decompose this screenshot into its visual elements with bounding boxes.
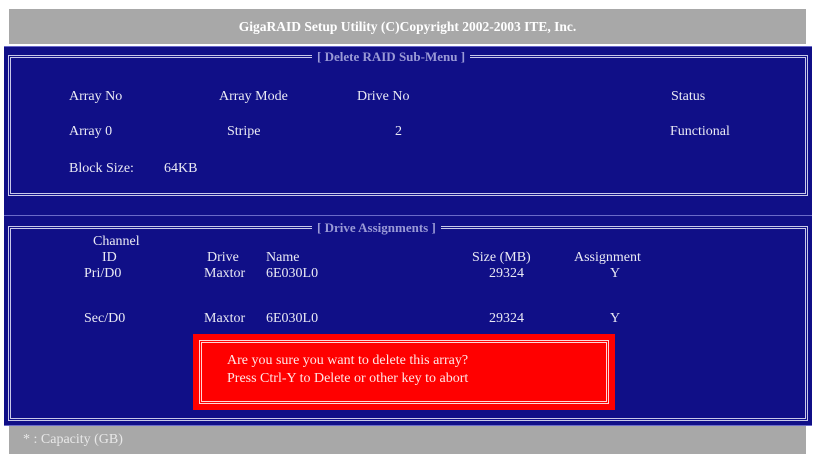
header-channel: Channel <box>93 234 140 249</box>
app-title: GigaRAID Setup Utility (C)Copyright 2002… <box>238 19 577 34</box>
footer-note: * : Capacity (GB) <box>23 432 123 447</box>
size-value: 29324 <box>489 266 524 281</box>
delete-raid-heading: [ Delete RAID Sub-Menu ] <box>312 49 471 65</box>
array-mode-value: Stripe <box>227 124 261 139</box>
block-size-value: 64KB <box>164 161 198 176</box>
status-value: Functional <box>670 124 730 139</box>
name-value: 6E030L0 <box>266 266 319 281</box>
block-size-label: Block Size: <box>69 161 134 176</box>
header-drive-no: Drive No <box>357 89 410 104</box>
header-assignment: Assignment <box>574 250 641 265</box>
drive-assignments-heading: [ Drive Assignments ] <box>312 220 441 236</box>
drive-value: Maxtor <box>204 311 246 326</box>
confirm-delete-dialog[interactable]: Are you sure you want to delete this arr… <box>193 334 615 410</box>
confirm-instructions: Press Ctrl-Y to Delete or other key to a… <box>227 371 469 386</box>
footer-bar: * : Capacity (GB) <box>9 426 806 454</box>
name-value: 6E030L0 <box>266 311 319 326</box>
drive-value: Maxtor <box>204 266 246 281</box>
header-name: Name <box>266 250 300 265</box>
header-size: Size (MB) <box>472 250 531 265</box>
drive-no-value: 2 <box>395 124 402 139</box>
channel-id-value: Pri/D0 <box>84 266 122 281</box>
delete-raid-panel: [ Delete RAID Sub-Menu ] Array No Array … <box>4 46 812 203</box>
confirm-message: Are you sure you want to delete this arr… <box>227 353 469 368</box>
assignment-value: Y <box>610 266 621 281</box>
array-no-value: Array 0 <box>69 124 113 139</box>
app-title-bar: GigaRAID Setup Utility (C)Copyright 2002… <box>9 9 806 44</box>
size-value: 29324 <box>489 311 524 326</box>
assignment-value: Y <box>610 311 621 326</box>
header-drive: Drive <box>207 250 239 265</box>
header-status: Status <box>671 89 706 104</box>
header-array-no: Array No <box>69 89 123 104</box>
panel-separator <box>4 201 812 215</box>
header-id: ID <box>102 250 117 265</box>
channel-id-value: Sec/D0 <box>84 311 126 326</box>
header-array-mode: Array Mode <box>219 89 288 104</box>
bios-screen: GigaRAID Setup Utility (C)Copyright 2002… <box>0 0 814 456</box>
